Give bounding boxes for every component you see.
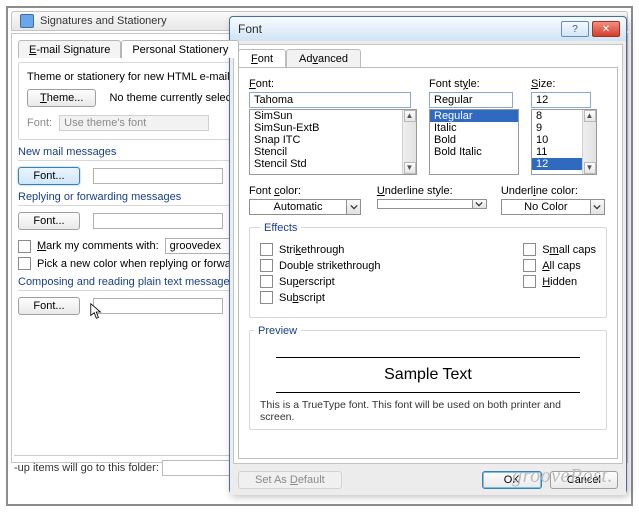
font-dialog-title: Font (236, 22, 561, 36)
chevron-down-icon (590, 200, 604, 214)
font-name-list[interactable]: SimSun SimSun-ExtB Snap ITC Stencil Sten… (249, 109, 417, 175)
preview-note: This is a TrueType font. This font will … (254, 399, 602, 425)
font-size-label: Size: (531, 78, 599, 90)
font-style-list[interactable]: Regular Italic Bold Bold Italic (429, 109, 519, 175)
scrollbar[interactable]: ▲▼ (582, 110, 596, 174)
font-color-label: Font color: (249, 185, 365, 197)
font-label: Font: (27, 117, 52, 129)
mark-comments-checkbox[interactable] (18, 240, 31, 253)
effects-group-label: Effects (260, 222, 301, 234)
font-size-input[interactable]: 12 (531, 92, 591, 108)
new-mail-preview (93, 168, 223, 184)
font-dropdown-disabled: Use theme's font (59, 115, 209, 131)
cancel-button[interactable]: Cancel (550, 471, 618, 489)
small-caps-checkbox[interactable] (523, 243, 536, 256)
underline-color-dropdown[interactable]: No Color (501, 199, 605, 215)
tab-email-signature[interactable]: E-mail Signature (18, 40, 121, 58)
chevron-down-icon (346, 200, 360, 214)
close-button[interactable]: ✕ (592, 21, 620, 37)
font-dialog: Font ? ✕ Font Advanced Font: Tahoma SimS… (229, 16, 627, 494)
reply-font-button[interactable]: Font... (18, 212, 80, 230)
preview-label: Preview (254, 325, 301, 337)
all-caps-checkbox[interactable] (523, 259, 536, 272)
underline-color-label: Underline color: (501, 185, 607, 197)
font-style-label: Font style: (429, 78, 521, 90)
tab-font[interactable]: Font (238, 49, 286, 68)
font-name-label: Font: (249, 78, 419, 90)
theme-status: No theme currently selected (109, 92, 246, 104)
double-strikethrough-checkbox[interactable] (260, 259, 273, 272)
underline-style-dropdown[interactable] (377, 199, 487, 209)
font-size-list[interactable]: 8 9 10 11 12 ▲▼ (531, 109, 597, 175)
font-titlebar[interactable]: Font ? ✕ (230, 17, 626, 41)
font-color-dropdown[interactable]: Automatic (249, 199, 361, 215)
mark-comments-label: Mark my comments with: (37, 240, 159, 252)
hidden-checkbox[interactable] (523, 275, 536, 288)
font-style-input[interactable]: Regular (429, 92, 513, 108)
set-as-default-button: Set As Default (238, 471, 342, 489)
plain-font-button[interactable]: Font... (18, 297, 80, 315)
sig-window-title: Signatures and Stationery (40, 15, 167, 27)
theme-button[interactable]: Theme... (27, 89, 96, 107)
new-mail-font-button[interactable]: Font... (18, 167, 80, 185)
reply-preview (93, 213, 223, 229)
pick-color-checkbox[interactable] (18, 257, 31, 270)
help-button[interactable]: ? (561, 21, 589, 37)
chevron-down-icon (472, 200, 486, 208)
font-name-input[interactable]: Tahoma (249, 92, 411, 108)
mark-comments-input[interactable]: groovedex (165, 238, 235, 254)
subscript-checkbox[interactable] (260, 291, 273, 304)
sig-window-icon (20, 14, 34, 28)
pick-color-label: Pick a new color when replying or forwar… (37, 258, 255, 270)
ok-button[interactable]: OK (482, 471, 542, 489)
tab-personal-stationery[interactable]: Personal Stationery (121, 40, 239, 58)
scrollbar[interactable]: ▲▼ (402, 110, 416, 174)
tab-advanced[interactable]: Advanced (286, 49, 361, 68)
superscript-checkbox[interactable] (260, 275, 273, 288)
plain-preview (93, 298, 223, 314)
underline-style-label: Underline style: (377, 185, 489, 197)
preview-box: Sample Text (276, 357, 580, 393)
strikethrough-checkbox[interactable] (260, 243, 273, 256)
